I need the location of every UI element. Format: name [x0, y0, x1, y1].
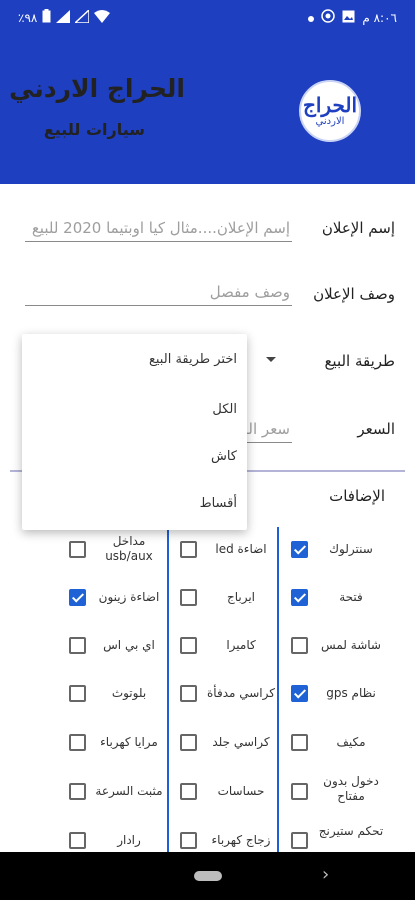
extra-label-ac: مكيف: [336, 735, 366, 749]
checkbox-gps[interactable]: [291, 685, 308, 702]
ad-description-label: وصف الإعلان: [313, 285, 395, 303]
logo-text-main: الحراج: [302, 93, 358, 117]
checkbox-central-lock[interactable]: [291, 541, 308, 558]
system-nav-bar: ›: [0, 852, 415, 900]
sale-method-dropdown: اختر طريقة البيع الكل كاش أقساط: [22, 334, 247, 530]
status-bar: ٪٩٨ ٨:٠٦ م: [0, 0, 415, 34]
extra-label-gps: نظام gps: [326, 686, 376, 700]
checkbox-touchscreen[interactable]: [291, 637, 308, 654]
checkbox-steering-control[interactable]: [291, 832, 308, 849]
battery-icon: [42, 9, 51, 26]
clock: ٨:٠٦ م: [362, 10, 397, 25]
extra-label-sunroof: فتحة: [339, 590, 363, 604]
checkbox-sunroof[interactable]: [291, 589, 308, 606]
checkbox-heated-seats[interactable]: [180, 685, 197, 702]
battery-percent: ٪٩٨: [18, 10, 38, 25]
checkbox-radar[interactable]: [69, 832, 86, 849]
whatsapp-icon: [321, 9, 336, 26]
logo-text-sub: الاردني: [315, 116, 345, 127]
extra-label-led-lights: اضاءة led: [215, 542, 267, 556]
checkbox-bluetooth[interactable]: [69, 685, 86, 702]
extra-label-bluetooth: بلوتوث: [111, 686, 147, 700]
notification-dot-icon: [308, 11, 315, 25]
ad-description-input[interactable]: [25, 278, 292, 306]
checkbox-cruise-control[interactable]: [69, 783, 86, 800]
checkbox-leather-seats[interactable]: [180, 734, 197, 751]
checkbox-power-mirrors[interactable]: [69, 734, 86, 751]
extra-label-cruise-control: مثبت السرعة: [95, 784, 163, 798]
extra-label-leather-seats: كراسي جلد: [212, 735, 270, 749]
sale-method-label: طريقة البيع: [324, 352, 395, 370]
extra-label-camera: كاميرا: [226, 638, 256, 652]
app-logo: الحراج الاردني: [299, 80, 361, 142]
photo-icon: [342, 10, 355, 26]
checkbox-power-windows[interactable]: [180, 832, 197, 849]
app-title: الحراج الاردني: [9, 74, 185, 103]
checkbox-sensors[interactable]: [180, 783, 197, 800]
checkbox-xenon-lights[interactable]: [69, 589, 86, 606]
extra-label-heated-seats: كراسي مدفأة: [207, 686, 275, 700]
checkbox-abs[interactable]: [69, 637, 86, 654]
extra-label-abs: اي بي اس: [103, 638, 155, 652]
checkbox-led-lights[interactable]: [180, 541, 197, 558]
extras-label: الإضافات: [329, 487, 385, 505]
app-header: الحراج الاردني: [0, 34, 415, 184]
extra-label-radar: رادار: [117, 833, 141, 847]
signal-icon: [56, 9, 71, 26]
home-pill-button[interactable]: [194, 871, 222, 881]
dropdown-option-all[interactable]: الكل: [212, 402, 237, 417]
extra-label-central-lock: سنترلوك: [329, 542, 373, 556]
extra-label-touchscreen: شاشة لمس: [321, 638, 381, 652]
extra-label-sensors: حساسات: [217, 784, 265, 798]
extra-label-keyless-entry: دخول بدون مفتاح: [323, 774, 379, 803]
wifi-icon: [94, 9, 111, 26]
signal-icon: [73, 7, 91, 26]
extra-label-steering-control: تحكم ستيرنج: [318, 824, 384, 838]
app-subtitle: سيارات للبيع: [43, 120, 145, 139]
extra-label-xenon-lights: اضاءة زينون: [98, 590, 160, 604]
status-bar-right: ٨:٠٦ م: [308, 9, 397, 26]
checkbox-ac[interactable]: [291, 734, 308, 751]
price-label: السعر: [357, 420, 395, 438]
chevron-right-icon[interactable]: ›: [322, 864, 329, 885]
status-bar-left: ٪٩٨: [18, 7, 111, 26]
checkbox-usb-aux[interactable]: [69, 541, 86, 558]
extra-label-power-mirrors: مرايا كهرباء: [100, 735, 158, 749]
extra-label-airbag: ايرباج: [226, 590, 256, 604]
dropdown-option-placeholder[interactable]: اختر طريقة البيع: [149, 352, 237, 367]
extra-label-power-windows: زجاج كهرباء: [211, 833, 271, 847]
checkbox-keyless-entry[interactable]: [291, 783, 308, 800]
ad-name-label: إسم الإعلان: [321, 219, 395, 237]
checkbox-camera[interactable]: [180, 637, 197, 654]
chevron-down-icon[interactable]: [266, 357, 276, 362]
ad-name-input[interactable]: [25, 214, 292, 242]
dropdown-option-cash[interactable]: كاش: [211, 449, 237, 464]
extra-label-usb-aux: مداخل usb/aux: [105, 534, 153, 563]
dropdown-option-installments[interactable]: أقساط: [200, 496, 237, 511]
checkbox-airbag[interactable]: [180, 589, 197, 606]
